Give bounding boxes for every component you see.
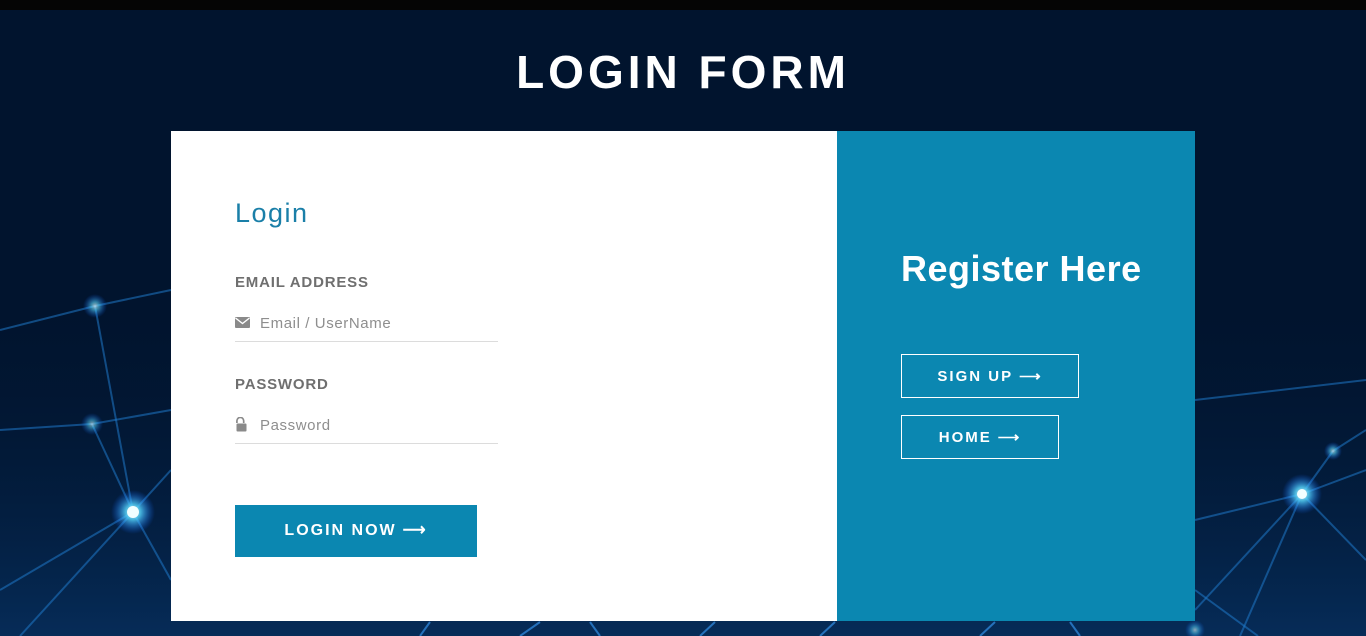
login-now-button[interactable]: LOGIN NOW ⟶ [235, 505, 477, 557]
login-page: LOGIN FORM Login EMAIL ADDRESS PASSWORD … [0, 0, 1366, 636]
arrow-right-icon: ⟶ [997, 429, 1022, 446]
envelope-icon [235, 317, 250, 328]
register-panel: Register Here SIGN UP ⟶ HOME ⟶ [837, 131, 1195, 621]
email-field-wrapper [235, 307, 498, 342]
sign-up-label: SIGN UP [937, 368, 1014, 385]
register-heading: Register Here [901, 248, 1142, 289]
password-field-wrapper [235, 409, 498, 444]
arrow-right-icon: ⟶ [1019, 368, 1043, 385]
sign-up-button[interactable]: SIGN UP ⟶ [901, 354, 1079, 398]
home-button[interactable]: HOME ⟶ [901, 415, 1059, 459]
password-input[interactable] [260, 413, 496, 437]
email-label: EMAIL ADDRESS [235, 274, 369, 291]
arrow-right-icon: ⟶ [402, 522, 428, 539]
lock-icon [236, 417, 247, 432]
login-panel: Login EMAIL ADDRESS PASSWORD LOGIN NOW ⟶ [171, 131, 837, 621]
page-title: LOGIN FORM [516, 46, 850, 98]
login-now-label: LOGIN NOW [284, 522, 397, 539]
home-label: HOME [938, 429, 992, 446]
email-input[interactable] [260, 311, 496, 335]
login-heading: Login [235, 198, 309, 228]
password-label: PASSWORD [235, 376, 329, 393]
